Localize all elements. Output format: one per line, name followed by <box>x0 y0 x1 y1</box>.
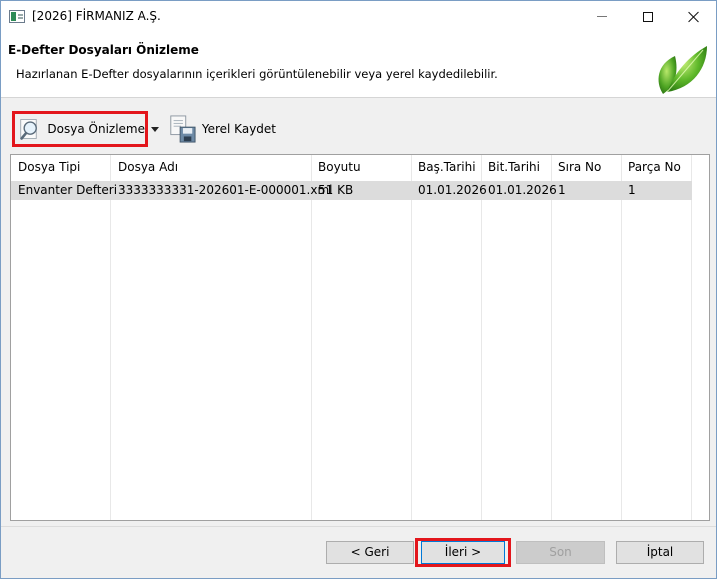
table-row[interactable]: Envanter Defteri 3333333331-202601-E-000… <box>11 181 692 200</box>
column-header-start-date[interactable]: Baş.Tarihi <box>411 155 481 180</box>
window-title: [2026] FİRMANIZ A.Ş. <box>32 9 161 23</box>
cell-file-name: 3333333331-202601-E-000001.xml <box>118 183 333 197</box>
page-title: E-Defter Dosyaları Önizleme <box>8 43 199 57</box>
cell-sequence-no: 1 <box>558 183 566 197</box>
cancel-button[interactable]: İptal <box>616 541 704 564</box>
column-divider <box>110 155 111 520</box>
column-header-size[interactable]: Boyutu <box>311 155 411 180</box>
column-divider <box>551 155 552 520</box>
column-header-sequence-no[interactable]: Sıra No <box>551 155 621 180</box>
close-button[interactable] <box>671 1 717 32</box>
back-button[interactable]: < Geri <box>326 541 414 564</box>
save-document-icon <box>170 115 196 143</box>
column-header-file-name[interactable]: Dosya Adı <box>111 155 311 180</box>
files-grid[interactable]: Dosya Tipi Dosya Adı Boyutu Baş.Tarihi B… <box>10 154 710 521</box>
page-subtitle: Hazırlanan E-Defter dosyalarının içerikl… <box>16 67 498 81</box>
column-header-part-no[interactable]: Parça No <box>621 155 691 180</box>
minimize-icon <box>597 16 607 17</box>
cell-size: 51 KB <box>318 183 354 197</box>
finish-button[interactable]: Son <box>516 541 605 564</box>
preview-dropdown-arrow[interactable] <box>151 125 160 135</box>
cell-file-type: Envanter Defteri <box>18 183 118 197</box>
cell-part-no: 1 <box>628 183 636 197</box>
title-bar: [2026] FİRMANIZ A.Ş. <box>1 1 716 32</box>
next-button[interactable]: İleri > <box>421 541 505 564</box>
footer-divider <box>1 526 716 527</box>
maximize-icon <box>643 11 653 22</box>
file-preview-button[interactable]: Dosya Önizleme <box>12 111 148 147</box>
column-divider <box>621 155 622 520</box>
minimize-button[interactable] <box>579 1 625 32</box>
maximize-button[interactable] <box>625 1 671 32</box>
column-divider <box>691 155 692 520</box>
toolbar: Dosya Önizleme Yerel Kaydet <box>1 99 716 153</box>
column-divider <box>311 155 312 520</box>
app-icon <box>9 10 25 23</box>
wizard-header: E-Defter Dosyaları Önizleme Hazırlanan E… <box>1 32 716 98</box>
column-divider <box>411 155 412 520</box>
column-header-file-type[interactable]: Dosya Tipi <box>11 155 111 180</box>
wizard-window: [2026] FİRMANIZ A.Ş. E-Defter Dosyaları … <box>0 0 717 579</box>
magnifier-icon <box>20 119 37 140</box>
cell-start-date: 01.01.2026 <box>418 183 487 197</box>
grid-header: Dosya Tipi Dosya Adı Boyutu Baş.Tarihi B… <box>11 155 701 180</box>
cell-end-date: 01.01.2026 <box>488 183 557 197</box>
leaf-logo-icon <box>658 46 707 94</box>
column-header-end-date[interactable]: Bit.Tarihi <box>481 155 551 180</box>
local-save-button[interactable]: Yerel Kaydet <box>166 111 276 147</box>
file-preview-label: Dosya Önizleme <box>47 122 145 136</box>
column-divider <box>481 155 482 520</box>
local-save-label: Yerel Kaydet <box>201 122 276 136</box>
close-icon <box>688 11 700 23</box>
